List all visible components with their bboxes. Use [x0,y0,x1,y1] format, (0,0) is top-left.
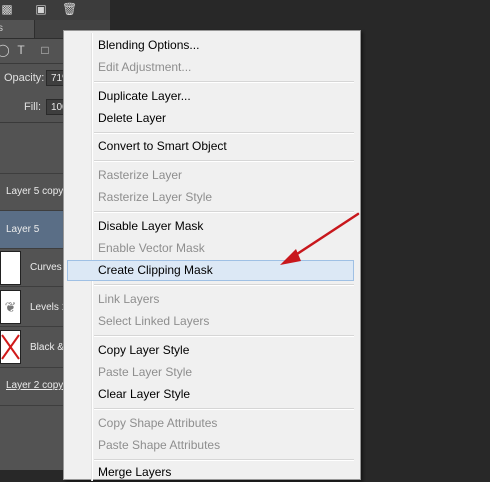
menu-item-edit-adjustment[interactable]: Edit Adjustment... [98,57,191,77]
menu-item-blending-options[interactable]: Blending Options... [98,35,199,55]
layer-name: Layer 5 copy [6,186,64,197]
menu-separator [94,132,354,134]
menu-item-select-linked-layers[interactable]: Select Linked Layers [98,311,209,331]
menu-item-rasterize-layer-style[interactable]: Rasterize Layer Style [98,187,212,207]
disabled-mask-x-icon [1,334,20,360]
adjustment-layer-icon[interactable]: ▩ [0,2,14,16]
menu-item-link-layers[interactable]: Link Layers [98,289,159,309]
menu-separator [94,335,354,337]
menu-separator [94,284,354,286]
menu-item-copy-shape-attributes[interactable]: Copy Shape Attributes [98,413,217,433]
camera-icon[interactable]: ▣ [34,2,48,16]
menu-item-rasterize-layer[interactable]: Rasterize Layer [98,165,182,185]
levels-mask-thumbnail[interactable]: ❦ [0,290,21,324]
menu-item-enable-vector-mask[interactable]: Enable Vector Mask [98,238,205,258]
menu-icon-gutter [91,33,93,481]
menu-item-merge-layers[interactable]: Merge Layers [98,462,171,482]
panel-top-toolbar: ▩ ▣ 🗑 [0,0,110,20]
layer-mask-thumbnail[interactable] [0,251,21,285]
menu-separator [94,459,354,461]
menu-item-paste-shape-attributes[interactable]: Paste Shape Attributes [98,435,220,455]
menu-item-delete-layer[interactable]: Delete Layer [98,108,166,128]
menu-item-copy-layer-style[interactable]: Copy Layer Style [98,340,189,360]
layer-mask-thumbnail[interactable] [0,330,21,364]
filter-adjustment-icon[interactable]: ◯ [0,43,10,57]
menu-item-create-clipping-mask[interactable]: Create Clipping Mask [98,260,213,280]
tab-layers-label: s [0,23,3,34]
layer-name: Layer 2 copy [6,380,64,391]
layer-name: Levels 1 [30,302,68,313]
menu-item-clear-layer-style[interactable]: Clear Layer Style [98,384,190,404]
opacity-label: Opacity: [4,72,45,84]
menu-item-convert-smart-object[interactable]: Convert to Smart Object [98,136,227,156]
menu-item-paste-layer-style[interactable]: Paste Layer Style [98,362,192,382]
menu-separator [94,211,354,213]
trash-icon[interactable]: 🗑 [62,2,77,16]
layer-name: Curves [30,262,62,273]
menu-separator [94,160,354,162]
fill-label: Fill: [24,101,42,113]
filter-type-icon[interactable]: T [14,43,28,57]
menu-item-disable-layer-mask[interactable]: Disable Layer Mask [98,216,203,236]
menu-separator [94,81,354,83]
menu-separator [94,408,354,410]
menu-item-duplicate-layer[interactable]: Duplicate Layer... [98,86,191,106]
tab-layers[interactable]: s [0,20,35,38]
filter-shape-icon[interactable]: □ [38,43,52,57]
layer-context-menu: Blending Options... Edit Adjustment... D… [63,30,361,482]
layer-name: Layer 5 [6,224,40,235]
